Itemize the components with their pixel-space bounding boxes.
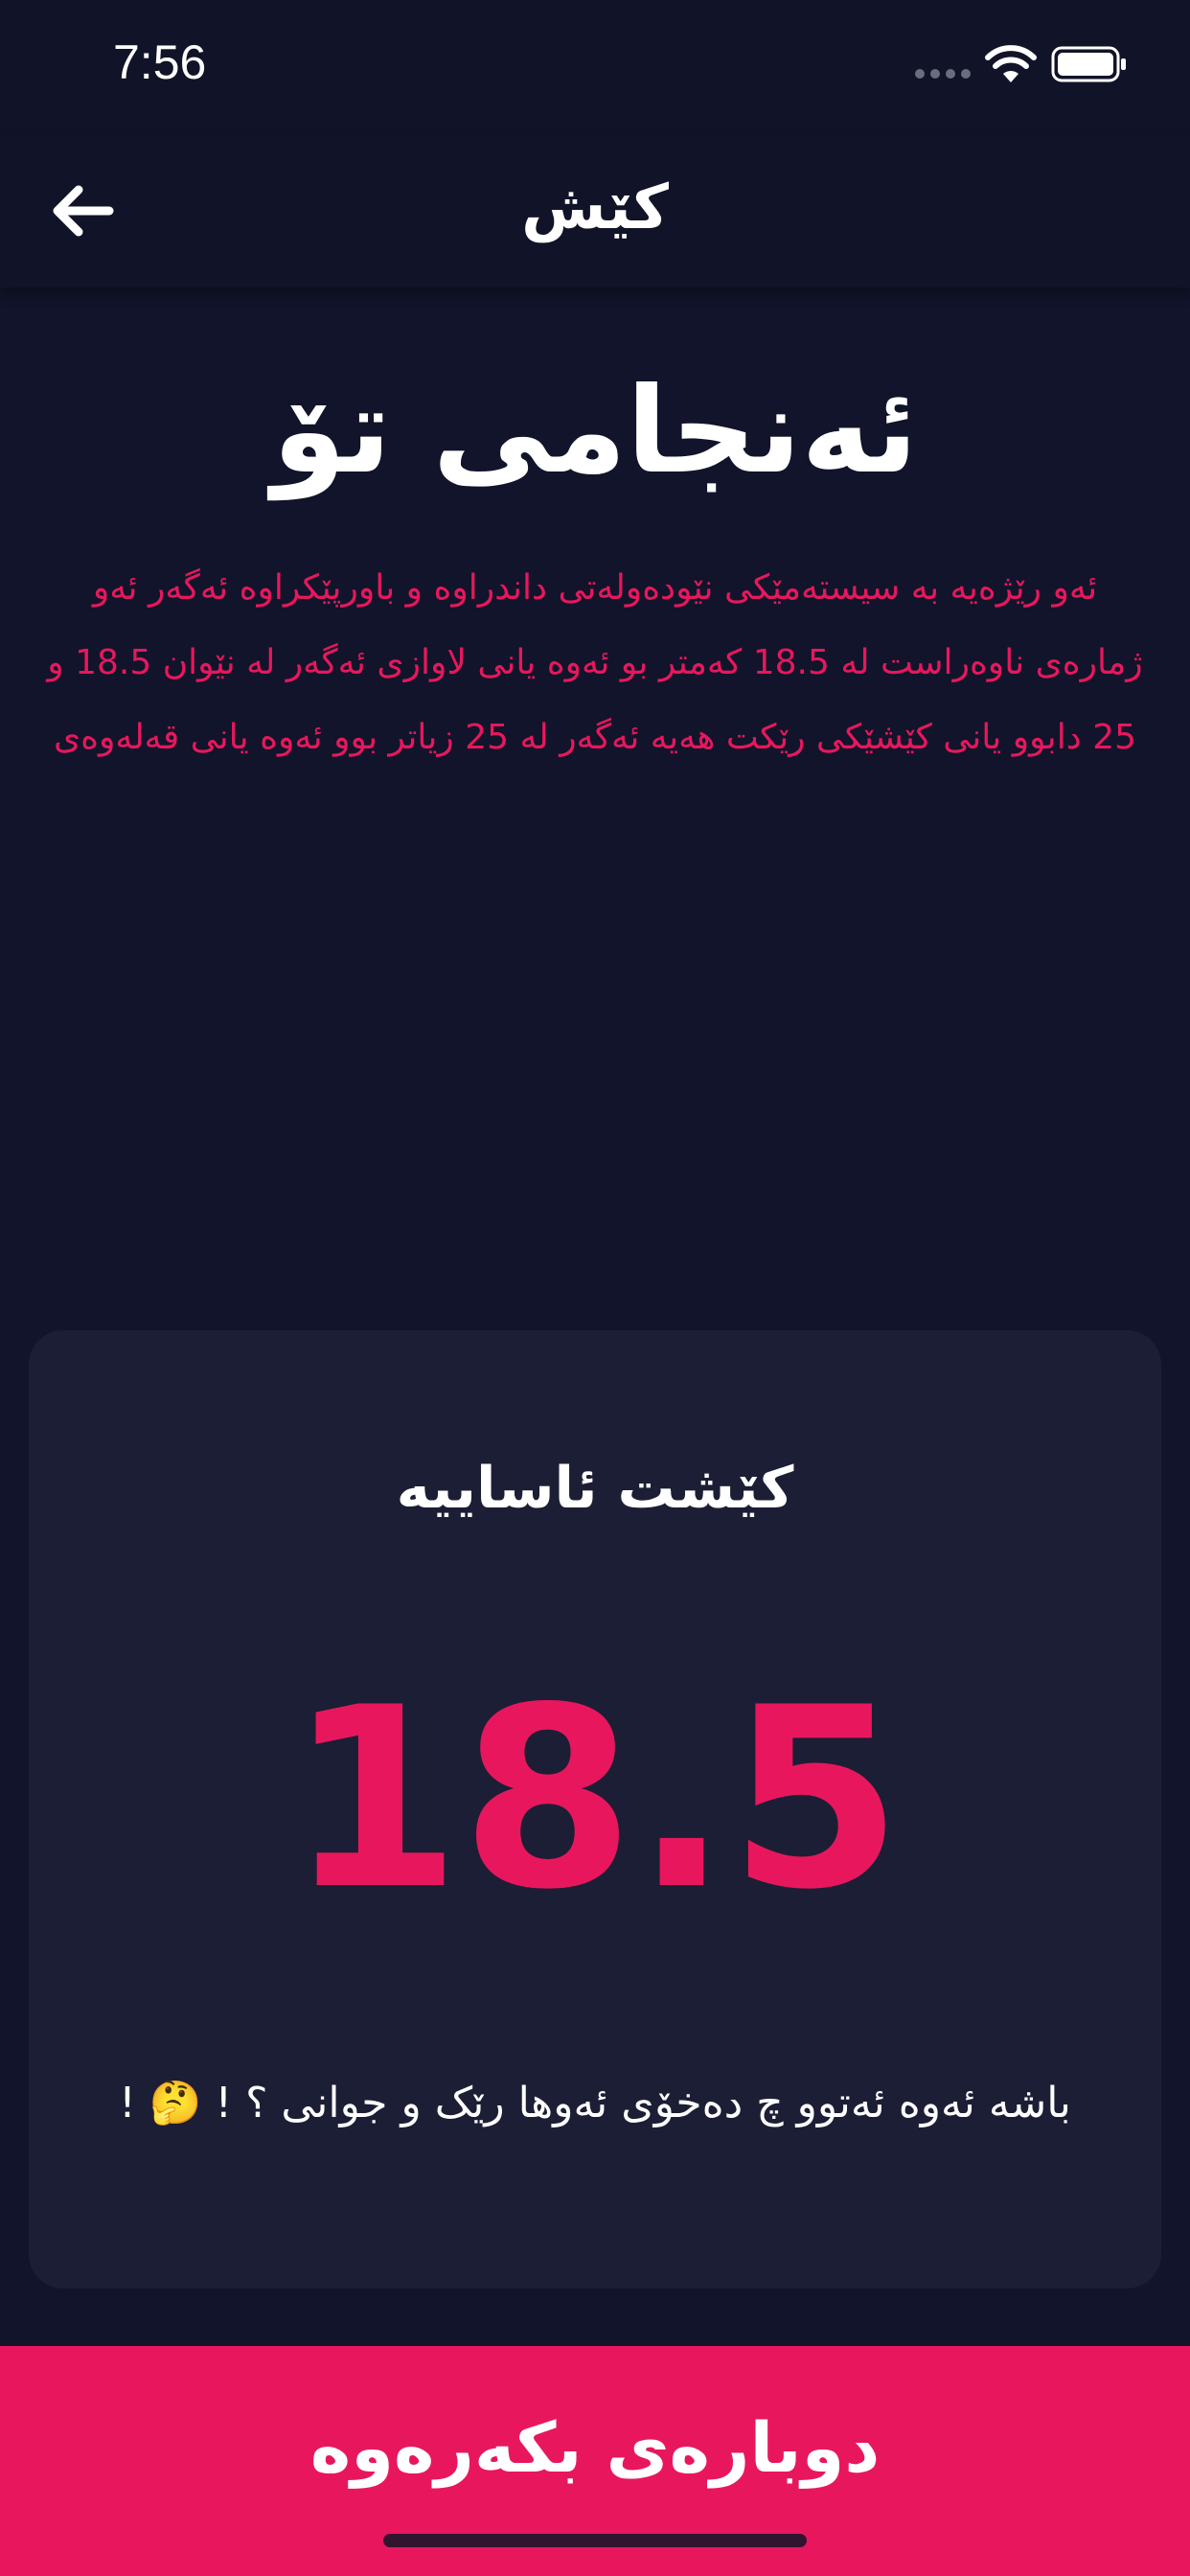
wifi-icon [985,45,1037,82]
signal-icon [915,69,971,79]
result-message: باشە ئەوە ئەتوو چ دەخۆی ئەوها رێک و جوان… [119,2079,1071,2128]
status-bar: 7:56 [0,0,1190,134]
retry-button-label: دوبارەی بکەرەوە [309,2407,881,2488]
page-title: کێش [521,172,669,243]
result-description: ئەو رێژەیە بە سیستەمێکی نێودەولەتی داندر… [47,568,1143,757]
result-category: کێشت ئاساییە [396,1455,794,1522]
status-time: 7:56 [113,35,207,89]
home-indicator [383,2534,807,2547]
battery-icon [1051,46,1126,82]
result-heading: ئەنجامی تۆ [272,362,918,500]
bmi-value: 18.5 [287,1655,903,1944]
result-card: کێشت ئاساییە 18.5 باشە ئەوە ئەتوو چ دەخۆ… [29,1330,1161,2288]
navigation-bar: کێش [0,134,1190,288]
